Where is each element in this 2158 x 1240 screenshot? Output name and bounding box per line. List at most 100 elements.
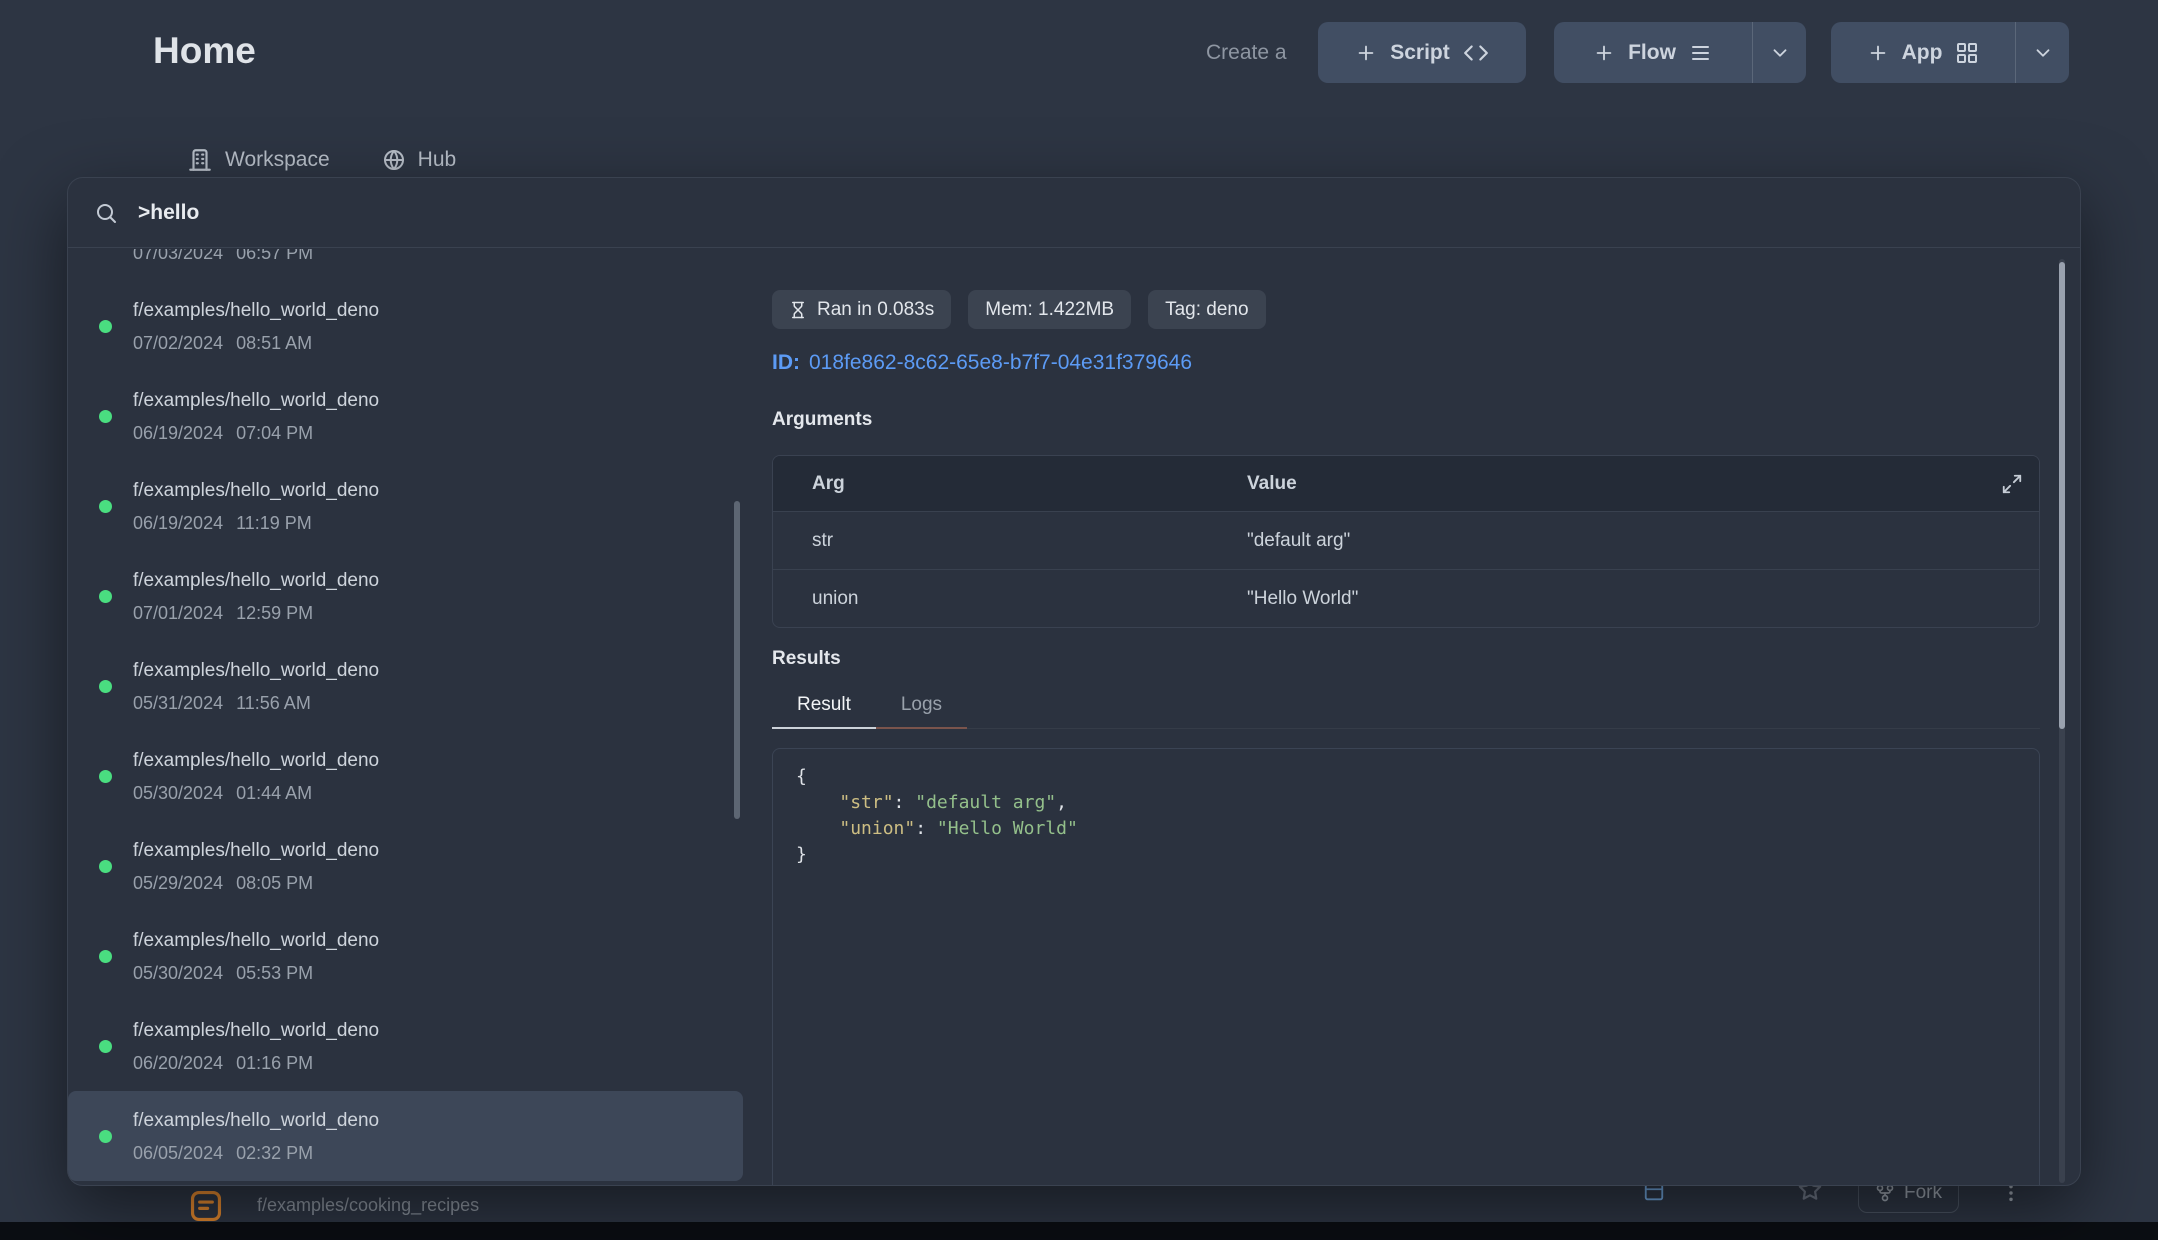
memory-badge: Mem: 1.422MB <box>968 290 1131 329</box>
runs-pane: f/examples/hello_world_deno 07/03/202406:… <box>68 249 743 1185</box>
runs-scrollbar[interactable] <box>734 501 740 819</box>
run-id-link[interactable]: ID: 018fe862-8c62-65e8-b7f7-04e31f379646 <box>772 349 2040 377</box>
run-badges: Ran in 0.083s Mem: 1.422MB Tag: deno <box>772 290 2040 329</box>
result-json: { "str": "default arg", "union": "Hello … <box>772 748 2040 1185</box>
run-success-dot <box>99 950 112 963</box>
table-header-value: Value <box>1247 473 2039 495</box>
run-datetime: 05/31/202411:56 AM <box>133 691 379 715</box>
code-line: } <box>796 842 2016 868</box>
memory-badge-label: Mem: 1.422MB <box>985 299 1114 321</box>
run-id-label: ID: <box>772 351 800 374</box>
argument-name: str <box>773 530 1247 552</box>
tab-hub[interactable]: Hub <box>382 148 457 172</box>
run-list-item[interactable]: f/examples/hello_world_deno07/02/202408:… <box>68 281 743 371</box>
argument-row: union"Hello World" <box>773 569 2039 627</box>
app-grid-icon <box>1955 41 1979 65</box>
create-app-button[interactable]: App <box>1831 22 2015 83</box>
run-list-item[interactable]: f/examples/hello_world_deno05/30/202405:… <box>68 911 743 1001</box>
run-list-item[interactable]: f/examples/hello_world_deno 07/01/202412:… <box>68 551 743 641</box>
globe-icon <box>382 148 406 172</box>
runtime-badge: Ran in 0.083s <box>772 290 951 329</box>
tab-workspace[interactable]: Workspace <box>187 147 330 173</box>
code-line: "str": "default arg", <box>796 790 2016 816</box>
run-list-item[interactable]: f/examples/hello_world_deno 06/19/202407:… <box>68 371 743 461</box>
runtime-badge-label: Ran in 0.083s <box>817 299 934 321</box>
run-success-dot <box>99 770 112 783</box>
run-success-dot <box>99 860 112 873</box>
palette-search-input[interactable] <box>136 200 2054 226</box>
run-datetime: 07/03/202406:57 PM <box>133 249 379 265</box>
tab-workspace-label: Workspace <box>225 148 330 172</box>
run-path: f/examples/hello_world_deno <box>133 388 379 414</box>
run-list-item[interactable]: f/examples/hello_world_deno 06/19/202411:… <box>68 461 743 551</box>
create-script-button[interactable]: Script <box>1318 22 1526 83</box>
create-app-dropdown-button[interactable] <box>2015 22 2069 83</box>
building-icon <box>187 147 213 173</box>
run-datetime: 06/19/202411:19 PM <box>133 511 379 535</box>
run-path: f/examples/hello_world_deno <box>133 1018 379 1044</box>
run-list-item[interactable]: f/examples/hello_world_deno07/03/202406:… <box>68 249 743 281</box>
tab-logs[interactable]: Logs <box>876 682 967 729</box>
run-datetime: 07/01/202412:59 PM <box>133 601 379 625</box>
maximize-icon <box>2001 473 2023 495</box>
run-datetime: 05/30/202405:53 PM <box>133 961 379 985</box>
create-script-label: Script <box>1390 41 1450 65</box>
arguments-table-body: str"default arg"union"Hello World" <box>773 511 2039 627</box>
run-datetime: 06/19/202407:04 PM <box>133 421 379 445</box>
bottom-edge <box>0 1222 2158 1240</box>
search-icon <box>94 201 118 225</box>
argument-row: str"default arg" <box>773 511 2039 569</box>
argument-value: "default arg" <box>1247 530 2039 552</box>
run-success-dot <box>99 1040 112 1053</box>
code-icon <box>1463 40 1489 66</box>
plus-icon <box>1355 42 1377 64</box>
run-list-item[interactable]: f/examples/hello_world_deno06/05/202402:… <box>68 1091 743 1181</box>
run-path: f/examples/hello_world_deno <box>133 478 379 504</box>
run-path: f/examples/hello_world_deno <box>133 838 379 864</box>
argument-name: union <box>773 588 1247 610</box>
run-list-item[interactable]: f/examples/hello_world_deno 06/20/202401:… <box>68 1001 743 1091</box>
run-list-item[interactable]: f/examples/hello_world_deno 05/31/202411:… <box>68 641 743 731</box>
runs-list: f/examples/hello_world_deno 07/03/202406:… <box>68 249 743 1181</box>
run-success-dot <box>99 590 112 603</box>
run-datetime: 06/05/202402:32 PM <box>133 1141 379 1165</box>
run-datetime: 05/30/202401:44 AM <box>133 781 379 805</box>
cooking-recipes-app-icon <box>187 1187 225 1225</box>
expand-table-button[interactable] <box>2001 473 2023 495</box>
run-path: f/examples/hello_world_deno <box>133 568 379 594</box>
home-tabs: Workspace Hub <box>187 144 456 176</box>
plus-icon <box>1593 42 1615 64</box>
results-label: Results <box>772 646 2040 672</box>
run-datetime: 06/20/202401:16 PM <box>133 1051 379 1075</box>
palette-scrollbar-thumb[interactable] <box>2059 262 2065 729</box>
create-app-label: App <box>1902 41 1943 65</box>
cooking-recipes-path: f/examples/cooking_recipes <box>257 1195 479 1216</box>
run-success-dot <box>99 320 112 333</box>
code-line: { <box>796 764 2016 790</box>
run-datetime: 05/29/202408:05 PM <box>133 871 379 895</box>
run-path: f/examples/hello_world_deno <box>133 658 379 684</box>
arguments-table-header: Arg Value <box>773 456 2039 511</box>
create-app-button-group: App <box>1831 22 2069 83</box>
run-detail-pane: Ran in 0.083s Mem: 1.422MB Tag: deno ID:… <box>743 249 2080 1185</box>
command-palette: f/examples/hello_world_deno 07/03/202406:… <box>67 177 2081 1186</box>
palette-search-bar <box>68 178 2080 248</box>
tab-result[interactable]: Result <box>772 682 876 729</box>
run-success-dot <box>99 410 112 423</box>
run-list-item[interactable]: f/examples/hello_world_deno 05/30/202401:… <box>68 731 743 821</box>
tag-badge-label: Tag: deno <box>1165 299 1248 321</box>
run-list-item[interactable]: f/examples/hello_world_deno 05/29/202408:… <box>68 821 743 911</box>
table-header-arg: Arg <box>773 473 1247 495</box>
arguments-table: Arg Value str"default arg"union"Hello Wo… <box>772 455 2040 628</box>
create-flow-dropdown-button[interactable] <box>1752 22 1806 83</box>
run-success-dot <box>99 1130 112 1143</box>
run-datetime: 07/02/202408:51 AM <box>133 331 379 355</box>
tag-badge: Tag: deno <box>1148 290 1265 329</box>
arguments-label: Arguments <box>772 407 2040 433</box>
run-success-dot <box>99 680 112 693</box>
palette-scrollbar[interactable] <box>2059 259 2065 1183</box>
run-path: f/examples/hello_world_deno <box>133 748 379 774</box>
create-flow-button[interactable]: Flow <box>1554 22 1752 83</box>
run-id-value: 018fe862-8c62-65e8-b7f7-04e31f379646 <box>809 351 1192 374</box>
tab-hub-label: Hub <box>418 148 457 172</box>
